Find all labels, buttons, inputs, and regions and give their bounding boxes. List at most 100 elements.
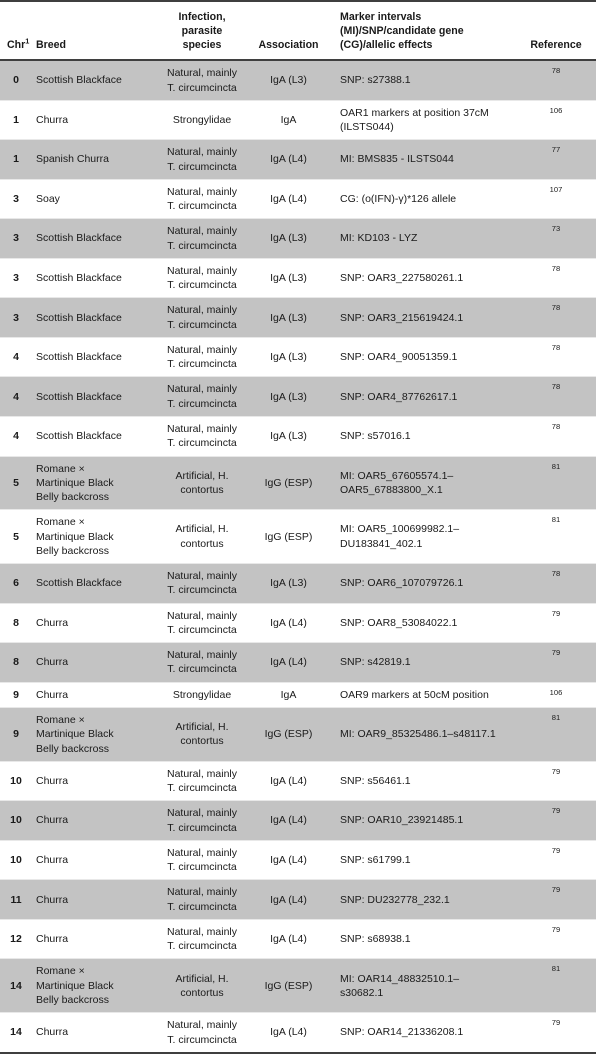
table-row: 3 Scottish Blackface Natural, mainly T. ci…	[0, 218, 596, 259]
cell-association-text: IgA (L3)	[270, 272, 307, 285]
cell-reference-text: 81	[551, 964, 561, 974]
cell-infection: Natural, mainly T. circumcincta	[161, 800, 243, 841]
cell-reference-text: 78	[551, 569, 561, 579]
cell-reference-text: 81	[551, 713, 561, 722]
cell-infection-text: Natural, mainly T. circumcincta	[166, 383, 238, 410]
cell-infection: Natural, mainly T. circumcincta	[161, 416, 243, 457]
table-row: 10 Churra Natural, mainly T. circumcincta I…	[0, 800, 596, 841]
cell-chromosome: 3	[0, 218, 30, 259]
cell-breed: Soay	[30, 179, 161, 219]
cell-marker-intervals: SNP: OAR3_215619424.1	[334, 297, 516, 338]
cell-chromosome-text: 14	[10, 1026, 22, 1039]
cell-chromosome: 0	[0, 60, 30, 101]
cell-reference-text: 78	[551, 342, 561, 352]
table-row: 12 Churra Natural, mainly T. circumcincta I…	[0, 919, 596, 959]
cell-association: IgA (L4)	[243, 879, 334, 920]
cell-chromosome: 14	[0, 1012, 30, 1052]
cell-infection-text: Natural, mainly T. circumcincta	[166, 343, 238, 371]
cell-infection-text: Strongylidae	[172, 113, 232, 126]
cell-infection: Natural, mainly T. circumcincta	[161, 603, 243, 643]
cell-reference: 79	[516, 919, 596, 959]
cell-association-text: IgA	[280, 688, 297, 701]
cell-breed-text: Churra	[36, 774, 69, 787]
table-header-row: Chr1 Breed Infection, parasite species A…	[0, 1, 596, 61]
cell-infection-text: Natural, mainly T. circumcincta	[166, 1019, 238, 1046]
cell-infection-text: Natural, mainly T. circumcincta	[166, 925, 238, 953]
cell-reference: 81	[516, 509, 596, 564]
cell-marker-intervals-text: SNP: OAR4_90051359.1	[340, 351, 458, 364]
cell-reference: 107	[516, 179, 596, 219]
cell-breed: Spanish Churra	[30, 139, 161, 180]
table-row: 14 Churra Natural, mainly T. circumcincta I…	[0, 1012, 596, 1052]
cell-infection: Natural, mainly T. circumcincta	[161, 642, 243, 683]
table-row: 1 Spanish Churra Natural, mainly T. circum…	[0, 139, 596, 180]
cell-marker-intervals: SNP: DU232778_232.1	[334, 879, 516, 920]
cell-infection: Artificial, H. contortus	[161, 509, 243, 564]
table-row: 11 Churra Natural, mainly T. circumcincta I…	[0, 879, 596, 920]
cell-marker-intervals-text: MI: OAR5_100699982.1– DU183841_402.1	[340, 523, 460, 550]
cell-breed: Churra	[30, 879, 161, 920]
cell-infection-text: Natural, mainly T. circumcincta	[166, 767, 238, 795]
cell-marker-intervals-text: SNP: DU232778_232.1	[340, 893, 450, 906]
cell-marker-intervals: SNP: OAR10_23921485.1	[334, 800, 516, 841]
cell-association: IgA (L3)	[243, 416, 334, 457]
cell-reference-text: 79	[551, 845, 561, 855]
cell-chromosome-text: 4	[13, 430, 19, 443]
cell-breed-text: Scottish Blackface	[36, 577, 122, 590]
table-header: Chr1 Breed Infection, parasite species A…	[0, 1, 596, 61]
column-header-chr-footnote-marker: 1	[25, 36, 30, 46]
cell-breed-text: Churra	[36, 656, 69, 669]
table-row: 9 Churra Strongylidae IgA OAR9 markers at 50…	[0, 682, 596, 708]
cell-association-text: IgA (L4)	[270, 853, 307, 866]
cell-association: IgG (ESP)	[243, 958, 334, 1013]
cell-chromosome: 4	[0, 337, 30, 377]
cell-infection: Natural, mainly T. circumcincta	[161, 337, 243, 377]
cell-chromosome-text: 6	[13, 577, 19, 590]
cell-marker-intervals-text: SNP: s57016.1	[340, 430, 411, 443]
cell-infection: Artificial, H. contortus	[161, 958, 243, 1013]
cell-association-text: IgA (L4)	[270, 616, 307, 629]
cell-reference-text: 81	[551, 515, 561, 525]
cell-chromosome: 10	[0, 761, 30, 801]
table-row: 5 Romane × Martinique Black Belly backcro…	[0, 456, 596, 510]
cell-chromosome-text: 5	[13, 476, 19, 489]
cell-breed: Romane × Martinique Black Belly backcros…	[30, 509, 161, 564]
column-header-breed: Breed	[30, 1, 161, 61]
cell-reference-text: 106	[549, 687, 563, 697]
qtl-table-container: Chr1 Breed Infection, parasite species A…	[0, 0, 596, 1054]
cell-association-text: IgA (L4)	[270, 814, 307, 827]
cell-marker-intervals: MI: OAR14_48832510.1– s30682.1	[334, 958, 516, 1013]
cell-marker-intervals-text: MI: OAR9_85325486.1–s48117.1	[340, 728, 496, 741]
cell-marker-intervals-text: SNP: OAR3_227580261.1	[340, 272, 464, 285]
cell-infection: Artificial, H. contortus	[161, 707, 243, 762]
cell-marker-intervals: MI: BMS835 - ILSTS044	[334, 139, 516, 180]
cell-breed: Scottish Blackface	[30, 297, 161, 338]
cell-association: IgA (L4)	[243, 642, 334, 683]
cell-marker-intervals-text: SNP: s56461.1	[340, 774, 411, 787]
cell-association: IgA	[243, 682, 334, 708]
cell-breed-text: Churra	[36, 616, 69, 629]
cell-marker-intervals: OAR1 markers at position 37cM (ILSTS044)	[334, 100, 516, 140]
cell-association: IgA (L4)	[243, 179, 334, 219]
cell-reference: 78	[516, 297, 596, 338]
cell-reference-text: 81	[551, 461, 561, 471]
table-row: 3 Scottish Blackface Natural, mainly T. ci…	[0, 258, 596, 298]
cell-chromosome: 4	[0, 376, 30, 417]
cell-reference: 106	[516, 682, 596, 708]
cell-reference-text: 79	[551, 648, 561, 658]
cell-reference: 78	[516, 258, 596, 298]
cell-association-text: IgA (L4)	[270, 153, 307, 166]
cell-chromosome: 4	[0, 416, 30, 457]
cell-reference: 77	[516, 139, 596, 180]
table-row: 9 Romane × Martinique Black Belly backcro…	[0, 707, 596, 762]
cell-infection-text: Natural, mainly T. circumcincta	[166, 225, 238, 252]
cell-reference: 79	[516, 840, 596, 880]
cell-chromosome: 1	[0, 100, 30, 140]
cell-infection: Natural, mainly T. circumcincta	[161, 761, 243, 801]
cell-breed: Churra	[30, 682, 161, 708]
cell-chromosome-text: 3	[13, 272, 19, 285]
cell-marker-intervals-text: SNP: OAR14_21336208.1	[340, 1026, 464, 1039]
cell-infection-text: Natural, mainly T. circumcincta	[166, 609, 238, 636]
cell-chromosome-text: 3	[13, 232, 19, 245]
table-row: 6 Scottish Blackface Natural, mainly T. ci…	[0, 563, 596, 604]
